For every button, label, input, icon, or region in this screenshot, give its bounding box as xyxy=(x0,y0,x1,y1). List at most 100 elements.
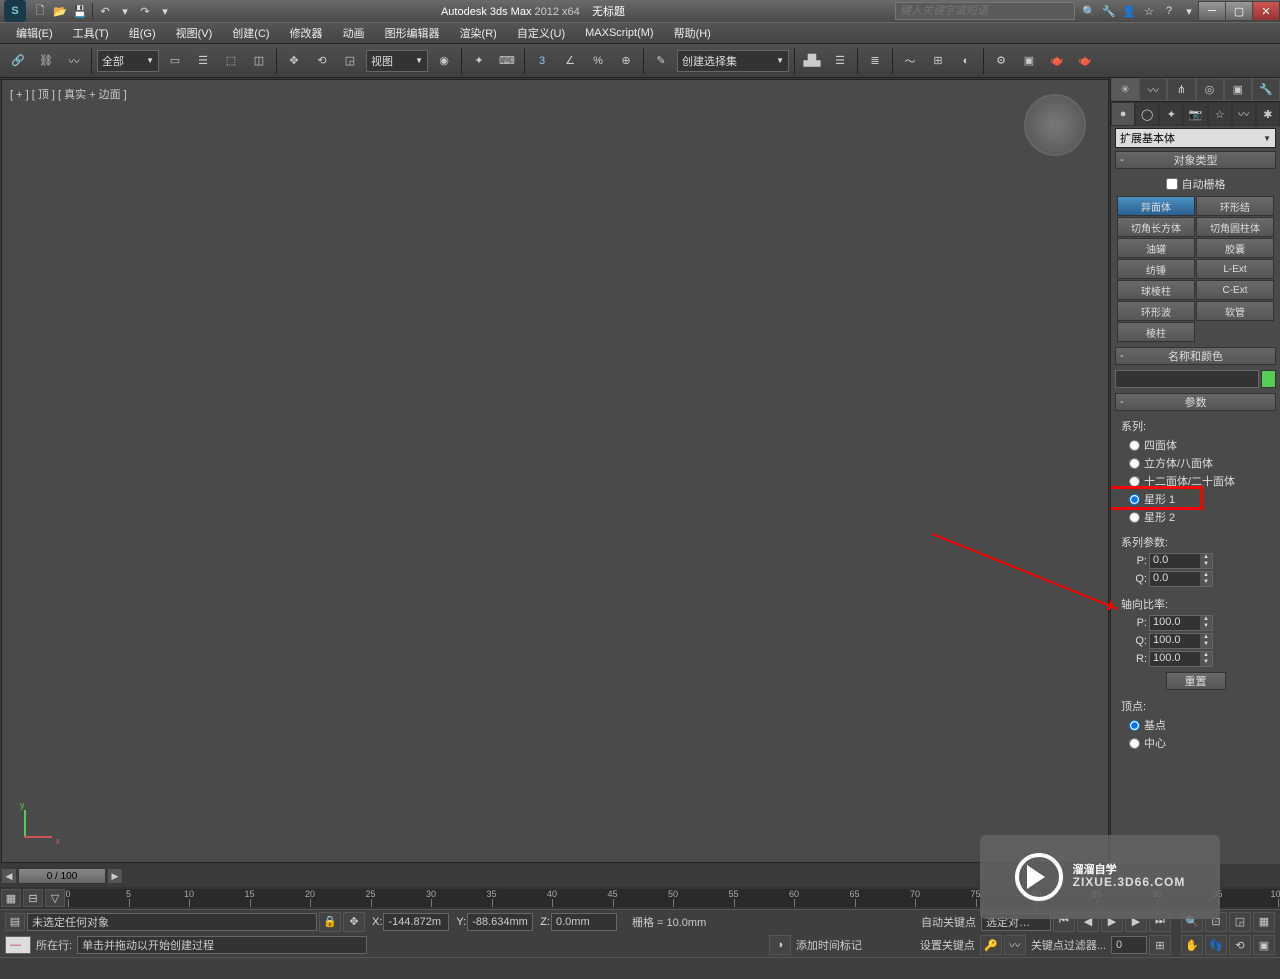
unlink-icon[interactable]: ⛓ xyxy=(33,48,59,74)
vertex-center-radio[interactable] xyxy=(1129,738,1140,749)
type-chamfercyl[interactable]: 切角圆柱体 xyxy=(1196,217,1274,237)
link-icon[interactable]: 🔗 xyxy=(5,48,31,74)
qa-drop2-icon[interactable]: ▾ xyxy=(156,2,174,20)
menu-maxscript[interactable]: MAXScript(M) xyxy=(575,23,663,43)
rollout-parameters[interactable]: -参数 xyxy=(1115,393,1276,411)
param-q-spinner[interactable]: 0.0▲▼ xyxy=(1149,571,1213,587)
subtab-shapes-icon[interactable]: ◯ xyxy=(1135,102,1159,126)
coord-z[interactable]: 0.0mm xyxy=(551,913,617,931)
selected-obj-combo[interactable]: 选定对… xyxy=(981,913,1051,931)
trackbar-mini-icon[interactable]: ▦ xyxy=(1,889,21,907)
create-category-combo[interactable]: 扩展基本体▼ xyxy=(1115,128,1276,148)
snap-3d-icon[interactable]: 3 xyxy=(529,48,555,74)
qa-new-icon[interactable]: 🗋 xyxy=(31,2,49,20)
tab-modify-icon[interactable]: 〰 xyxy=(1139,78,1167,101)
menu-views[interactable]: 视图(V) xyxy=(166,23,223,43)
mirror-icon[interactable]: ▟▙ xyxy=(799,48,825,74)
type-ringwave[interactable]: 环形波 xyxy=(1117,301,1195,321)
set-key-button[interactable]: 设置关键点 xyxy=(920,937,975,953)
tab-hierarchy-icon[interactable]: ⋔ xyxy=(1167,78,1195,101)
family-dodec-radio[interactable] xyxy=(1129,476,1140,487)
infocenter-search-icon[interactable]: 🔍 xyxy=(1080,2,1098,20)
menu-create[interactable]: 创建(C) xyxy=(222,23,279,43)
play-icon[interactable]: ▶ xyxy=(1101,912,1123,932)
type-capsule[interactable]: 胶囊 xyxy=(1196,238,1274,258)
nav-pan-icon[interactable]: ✋ xyxy=(1181,935,1203,955)
menu-rendering[interactable]: 渲染(R) xyxy=(450,23,507,43)
layers-icon[interactable]: ≣ xyxy=(862,48,888,74)
pivot-center-icon[interactable]: ◉ xyxy=(431,48,457,74)
type-gengon[interactable]: 球棱柱 xyxy=(1117,280,1195,300)
close-button[interactable]: ✕ xyxy=(1252,1,1280,21)
infocenter-fav-icon[interactable]: ☆ xyxy=(1140,2,1158,20)
menu-grapheditors[interactable]: 图形编辑器 xyxy=(375,23,450,43)
listener-input[interactable]: — xyxy=(5,936,31,954)
play-prev-icon[interactable]: ◀ xyxy=(1077,912,1099,932)
render-production-icon[interactable]: 🫖 xyxy=(1044,48,1070,74)
viewport-top[interactable]: [ + ] [ 顶 ] [ 真实 + 边面 ] 上 yx xyxy=(1,79,1109,863)
key-mode-icon[interactable]: 〰 xyxy=(1004,935,1026,955)
color-swatch[interactable] xyxy=(1261,370,1276,388)
manipulate-icon[interactable]: ✦ xyxy=(466,48,492,74)
time-config-icon[interactable]: ⊞ xyxy=(1149,935,1171,955)
schematic-view-icon[interactable]: ⊞ xyxy=(925,48,951,74)
rotate-icon[interactable]: ⟲ xyxy=(309,48,335,74)
maximize-button[interactable]: ▢ xyxy=(1225,1,1253,21)
material-editor-icon[interactable]: ◐ xyxy=(953,48,979,74)
coord-x[interactable]: -144.872m xyxy=(383,913,449,931)
rollout-name-color[interactable]: -名称和颜色 xyxy=(1115,347,1276,365)
abs-transform-icon[interactable]: ✥ xyxy=(343,912,365,932)
app-menu-button[interactable]: S xyxy=(4,0,26,22)
param-p-spinner[interactable]: 0.0▲▼ xyxy=(1149,553,1213,569)
subtab-helpers-icon[interactable]: ☆ xyxy=(1208,102,1232,126)
menu-modifiers[interactable]: 修改器 xyxy=(280,23,333,43)
percent-snap-icon[interactable]: % xyxy=(585,48,611,74)
search-input[interactable] xyxy=(895,2,1075,20)
add-time-tag[interactable]: 添加时间标记 xyxy=(796,937,862,953)
family-star1-radio[interactable] xyxy=(1129,494,1140,505)
key-filters-link[interactable]: 关键点过滤器... xyxy=(1031,937,1106,953)
nav-maxtoggle-icon[interactable]: ▣ xyxy=(1253,935,1275,955)
set-key-icon[interactable]: 🔑 xyxy=(980,935,1002,955)
time-slider[interactable]: ◀ 0 / 100 ▶ xyxy=(0,865,1280,887)
coord-y[interactable]: -88.634mm xyxy=(467,913,533,931)
select-object-icon[interactable]: ▭ xyxy=(162,48,188,74)
type-hose[interactable]: 软管 xyxy=(1196,301,1274,321)
nav-zoomext-icon[interactable]: ◲ xyxy=(1229,912,1251,932)
menu-help[interactable]: 帮助(H) xyxy=(664,23,721,43)
play-end-icon[interactable]: ⏭ xyxy=(1149,912,1171,932)
menu-tools[interactable]: 工具(T) xyxy=(63,23,119,43)
time-next-icon[interactable]: ▶ xyxy=(108,869,122,883)
qa-undo-icon[interactable]: ↶ xyxy=(96,2,114,20)
family-tetra-radio[interactable] xyxy=(1129,440,1140,451)
family-cube-radio[interactable] xyxy=(1129,458,1140,469)
nav-orbit-icon[interactable]: ⟲ xyxy=(1229,935,1251,955)
ref-coord-combo[interactable]: 视图▼ xyxy=(366,50,428,72)
bind-spacewarp-icon[interactable]: 〰 xyxy=(61,48,87,74)
time-ruler[interactable]: 0510152025303540455055606570758085909510… xyxy=(68,889,1278,907)
spinner-snap-icon[interactable]: ⊕ xyxy=(613,48,639,74)
object-name-input[interactable] xyxy=(1115,370,1259,388)
type-torus-knot[interactable]: 环形结 xyxy=(1196,196,1274,216)
infocenter-help-icon[interactable]: ? xyxy=(1160,2,1178,20)
family-star2-radio[interactable] xyxy=(1129,512,1140,523)
tab-display-icon[interactable]: ▣ xyxy=(1224,78,1252,101)
lock-selection-icon[interactable]: 🔒 xyxy=(319,912,341,932)
curve-editor-icon[interactable]: 〜 xyxy=(897,48,923,74)
edit-named-sel-icon[interactable]: ✎ xyxy=(648,48,674,74)
named-selection-combo[interactable]: 创建选择集▼ xyxy=(677,50,789,72)
type-spindle[interactable]: 纺锤 xyxy=(1117,259,1195,279)
menu-customize[interactable]: 自定义(U) xyxy=(507,23,575,43)
render-iterative-icon[interactable]: 🫖 xyxy=(1072,48,1098,74)
play-start-icon[interactable]: ⏮ xyxy=(1053,912,1075,932)
axis-p-spinner[interactable]: 100.0▲▼ xyxy=(1149,615,1213,631)
play-next-icon[interactable]: ▶ xyxy=(1125,912,1147,932)
selection-filter-combo[interactable]: 全部▼ xyxy=(97,50,159,72)
time-prev-icon[interactable]: ◀ xyxy=(2,869,16,883)
subtab-systems-icon[interactable]: ✱ xyxy=(1256,102,1280,126)
qa-save-icon[interactable]: 💾 xyxy=(71,2,89,20)
window-crossing-icon[interactable]: ◫ xyxy=(246,48,272,74)
nav-zoom-icon[interactable]: 🔍 xyxy=(1181,912,1203,932)
minimize-button[interactable]: ─ xyxy=(1198,1,1226,21)
subtab-geometry-icon[interactable]: ● xyxy=(1111,102,1135,126)
